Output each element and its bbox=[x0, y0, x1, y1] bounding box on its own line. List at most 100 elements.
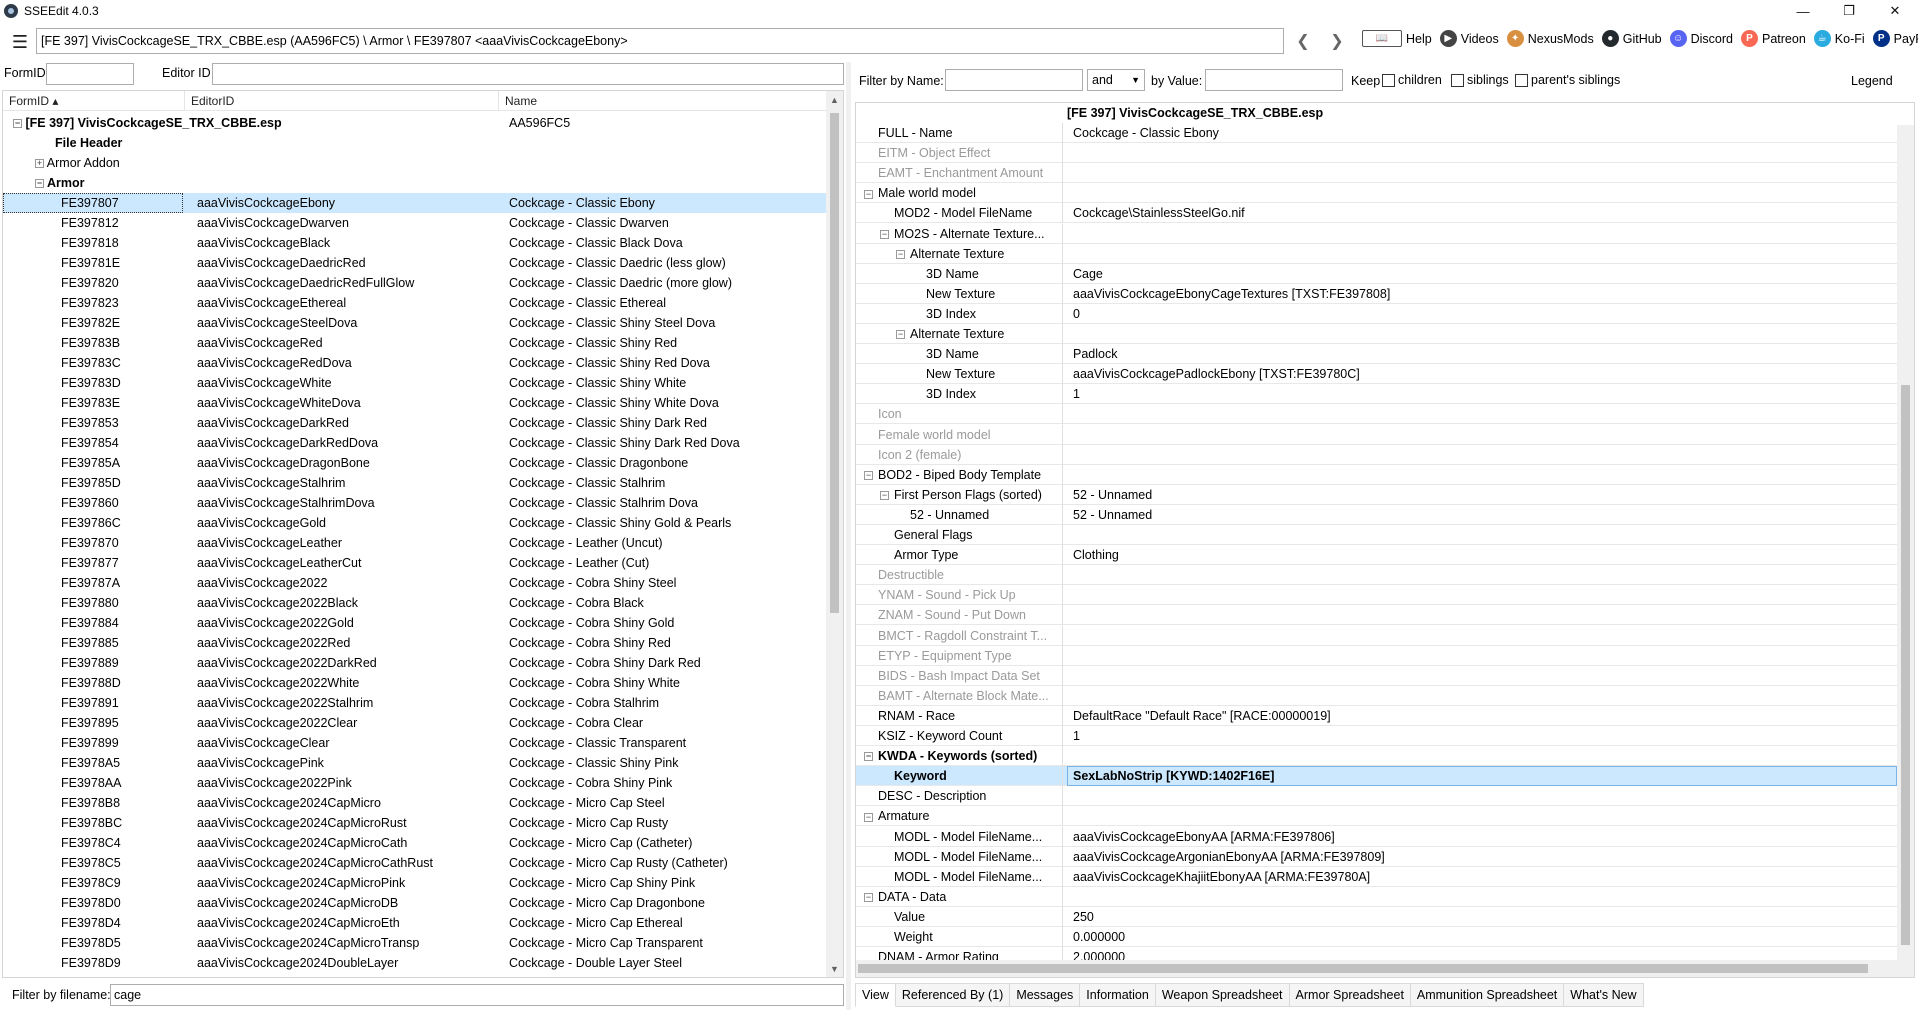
parents-siblings-checkbox[interactable]: parent's siblings bbox=[1515, 73, 1620, 88]
expand-icon[interactable]: + bbox=[35, 159, 44, 169]
discord-link[interactable]: ☺ Discord bbox=[1669, 30, 1733, 47]
record-field-row[interactable]: Value 250 bbox=[856, 906, 1898, 927]
table-row[interactable]: FE397818 aaaVivisCockcageBlack Cockcage - … bbox=[3, 233, 829, 253]
table-row[interactable]: FE39783C aaaVivisCockcageRedDova Cockcage … bbox=[3, 353, 829, 373]
field-value[interactable]: aaaVivisCockcageArgonianEbonyAA [ARMA:FE… bbox=[1067, 847, 1897, 867]
table-row[interactable]: FE397889 aaaVivisCockcage2022DarkRed Cockc… bbox=[3, 653, 829, 673]
kofi-link[interactable]: ☕ Ko-Fi bbox=[1813, 30, 1865, 47]
field-value[interactable]: 0.000000 bbox=[1067, 927, 1897, 947]
table-row[interactable]: FE397853 aaaVivisCockcageDarkRed Cockcage … bbox=[3, 413, 829, 433]
back-arrow-icon[interactable]: ❮ bbox=[1290, 28, 1316, 54]
record-field-row[interactable]: New Texture aaaVivisCockcageEbonyCageText… bbox=[856, 283, 1898, 304]
field-value[interactable]: Cockcage\StainlessSteelGo.nif bbox=[1067, 203, 1897, 223]
column-formid[interactable]: FormID ▴ bbox=[3, 91, 185, 111]
tree-armor-row[interactable]: − Armor bbox=[3, 173, 829, 193]
column-name[interactable]: Name bbox=[499, 91, 829, 111]
collapse-icon[interactable]: − bbox=[864, 893, 873, 902]
record-field-row[interactable]: Icon 2 (female) bbox=[856, 444, 1898, 465]
table-row[interactable]: FE3978BC aaaVivisCockcage2024CapMicroRust… bbox=[3, 813, 829, 833]
filter-by-value-input[interactable] bbox=[1205, 69, 1343, 91]
collapse-icon[interactable]: − bbox=[864, 752, 873, 762]
table-row[interactable]: FE397823 aaaVivisCockcageEthereal Cockcage… bbox=[3, 293, 829, 313]
tab-ammunition-spreadsheet[interactable]: Ammunition Spreadsheet bbox=[1410, 983, 1565, 1007]
forward-arrow-icon[interactable]: ❯ bbox=[1324, 28, 1350, 54]
record-field-row[interactable]: Keyword SexLabNoStrip [KYWD:1402F16E] bbox=[856, 766, 1898, 787]
record-field-row[interactable]: EAMT - Enchantment Amount bbox=[856, 163, 1898, 184]
field-value[interactable]: aaaVivisCockcageKhajiitEbonyAA [ARMA:FE3… bbox=[1067, 867, 1897, 887]
record-field-row[interactable]: − DATA - Data bbox=[856, 886, 1898, 907]
record-field-row[interactable]: YNAM - Sound - Pick Up bbox=[856, 585, 1898, 606]
table-row[interactable]: FE39788D aaaVivisCockcage2022White Cockcag… bbox=[3, 673, 829, 693]
field-value[interactable]: 250 bbox=[1067, 907, 1897, 927]
tab-whats-new[interactable]: What's New bbox=[1564, 983, 1644, 1007]
field-value[interactable]: 1 bbox=[1067, 384, 1897, 404]
field-value[interactable]: Clothing bbox=[1067, 545, 1897, 565]
table-row[interactable]: FE397880 aaaVivisCockcage2022Black Cockcag… bbox=[3, 593, 829, 613]
table-row[interactable]: FE3978B8 aaaVivisCockcage2024CapMicro Cock… bbox=[3, 793, 829, 813]
record-field-row[interactable]: FULL - Name Cockcage - Classic Ebony bbox=[856, 123, 1898, 143]
record-field-row[interactable]: Icon bbox=[856, 404, 1898, 425]
legend-button[interactable]: Legend bbox=[1851, 74, 1893, 88]
record-view[interactable]: [FE 397] VivisCockcageSE_TRX_CBBE.esp FU… bbox=[855, 102, 1915, 978]
tab-armor-spreadsheet[interactable]: Armor Spreadsheet bbox=[1289, 983, 1411, 1007]
tree-plugin-row[interactable]: − [FE 397] VivisCockcageSE_TRX_CBBE.esp … bbox=[3, 113, 829, 133]
field-value[interactable]: aaaVivisCockcageEbonyAA [ARMA:FE397806] bbox=[1067, 827, 1897, 847]
collapse-icon[interactable]: − bbox=[880, 491, 889, 500]
formid-input[interactable] bbox=[46, 63, 134, 85]
record-tree[interactable]: FormID ▴ EditorID Name − [FE 397] VivisC… bbox=[2, 90, 844, 978]
table-row[interactable]: FE3978D9 aaaVivisCockcage2024DoubleLayer C… bbox=[3, 953, 829, 973]
hamburger-menu-icon[interactable]: ☰ bbox=[0, 22, 40, 62]
table-row[interactable]: FE39785A aaaVivisCockcageDragonBone Cockca… bbox=[3, 453, 829, 473]
table-row[interactable]: FE397854 aaaVivisCockcageDarkRedDova Cockc… bbox=[3, 433, 829, 453]
record-field-row[interactable]: 3D Name Cage bbox=[856, 263, 1898, 284]
logic-select[interactable]: and ▼ bbox=[1087, 69, 1145, 91]
record-field-row[interactable]: DESC - Description bbox=[856, 786, 1898, 807]
tab-view[interactable]: View bbox=[855, 983, 896, 1007]
record-field-row[interactable]: Armor Type Clothing bbox=[856, 545, 1898, 566]
tree-file-header-row[interactable]: File Header bbox=[3, 133, 829, 153]
filter-by-name-input[interactable] bbox=[945, 69, 1083, 91]
record-field-row[interactable]: BMCT - Ragdoll Constraint T... bbox=[856, 625, 1898, 646]
table-row[interactable]: FE3978A5 aaaVivisCockcagePink Cockcage - C… bbox=[3, 753, 829, 773]
view-scroll-thumb[interactable] bbox=[1901, 385, 1910, 945]
maximize-button[interactable]: ❐ bbox=[1826, 0, 1872, 22]
table-row[interactable]: FE397877 aaaVivisCockcageLeatherCut Cockca… bbox=[3, 553, 829, 573]
record-path-field[interactable]: [FE 397] VivisCockcageSE_TRX_CBBE.esp (A… bbox=[36, 28, 1284, 54]
collapse-icon[interactable]: − bbox=[864, 470, 873, 480]
table-row[interactable]: FE39783B aaaVivisCockcageRed Cockcage - Cl… bbox=[3, 333, 829, 353]
record-field-row[interactable]: RNAM - Race DefaultRace "Default Race" [R… bbox=[856, 705, 1898, 726]
table-row[interactable]: FE397895 aaaVivisCockcage2022Clear Cockcag… bbox=[3, 713, 829, 733]
field-value[interactable]: aaaVivisCockcagePadlockEbony [TXST:FE397… bbox=[1067, 364, 1897, 384]
scroll-down-icon[interactable]: ▼ bbox=[826, 960, 843, 977]
table-row[interactable]: FE397860 aaaVivisCockcageStalhrimDova Cock… bbox=[3, 493, 829, 513]
field-value[interactable]: DefaultRace "Default Race" [RACE:0000001… bbox=[1067, 706, 1897, 726]
record-field-row[interactable]: Destructible bbox=[856, 565, 1898, 586]
table-row[interactable]: FE397820 aaaVivisCockcageDaedricRedFullGl… bbox=[3, 273, 829, 293]
view-hscroll-thumb[interactable] bbox=[858, 964, 1868, 973]
table-row[interactable]: FE39786C aaaVivisCockcageGold Cockcage - C… bbox=[3, 513, 829, 533]
collapse-icon[interactable]: − bbox=[896, 330, 905, 340]
collapse-icon[interactable]: − bbox=[864, 812, 873, 822]
field-value[interactable]: Cockcage - Classic Ebony bbox=[1067, 123, 1897, 143]
table-row[interactable]: FE397884 aaaVivisCockcage2022Gold Cockcage… bbox=[3, 613, 829, 633]
patreon-link[interactable]: P Patreon bbox=[1741, 30, 1806, 47]
tree-armor-addon-row[interactable]: + Armor Addon bbox=[3, 153, 829, 173]
record-field-row[interactable]: 52 - Unnamed 52 - Unnamed bbox=[856, 504, 1898, 525]
record-field-row[interactable]: ETYP - Equipment Type bbox=[856, 645, 1898, 666]
table-row[interactable]: FE397812 aaaVivisCockcageDwarven Cockcage … bbox=[3, 213, 829, 233]
tab-weapon-spreadsheet[interactable]: Weapon Spreadsheet bbox=[1155, 983, 1290, 1007]
record-field-row[interactable]: − KWDA - Keywords (sorted) bbox=[856, 746, 1898, 767]
table-row[interactable]: FE39783D aaaVivisCockcageWhite Cockcage - … bbox=[3, 373, 829, 393]
children-checkbox[interactable]: children bbox=[1382, 73, 1442, 88]
table-row[interactable]: FE39781E aaaVivisCockcageDaedricRed Cockca… bbox=[3, 253, 829, 273]
nexusmods-link[interactable]: ✦ NexusMods bbox=[1506, 30, 1594, 47]
collapse-icon[interactable]: − bbox=[13, 119, 22, 129]
record-field-row[interactable]: 3D Name Padlock bbox=[856, 344, 1898, 365]
table-row[interactable]: FE39785D aaaVivisCockcageStalhrim Cockcage… bbox=[3, 473, 829, 493]
record-field-row[interactable]: MOD2 - Model FileName Cockcage\StainlessS… bbox=[856, 203, 1898, 224]
record-field-row[interactable]: 3D Index 0 bbox=[856, 303, 1898, 324]
view-horizontal-scrollbar[interactable] bbox=[856, 960, 1914, 977]
table-row[interactable]: FE3978C9 aaaVivisCockcage2024CapMicroPink… bbox=[3, 873, 829, 893]
table-row[interactable]: FE397807 aaaVivisCockcageEbony Cockcage - … bbox=[3, 193, 829, 213]
collapse-icon[interactable]: − bbox=[35, 179, 44, 189]
